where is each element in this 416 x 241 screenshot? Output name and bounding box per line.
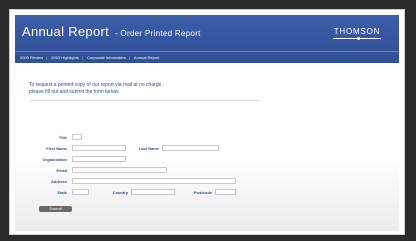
country-field[interactable]	[131, 189, 175, 195]
intro-line-1: To request a printed copy of our report …	[29, 82, 163, 88]
submit-button[interactable]: Submit	[39, 206, 72, 212]
logo-text: THOMSON	[333, 27, 381, 36]
organization-label: Organization	[42, 157, 67, 162]
title-main: Annual Report	[22, 24, 110, 39]
logo-line-icon	[333, 37, 381, 40]
thomson-logo[interactable]: THOMSON	[333, 27, 381, 40]
nav-separator: |	[81, 55, 83, 60]
title-field[interactable]	[72, 134, 82, 140]
nav-item-2003-review[interactable]: 2003 Review	[20, 55, 43, 60]
first-name-label: First Name	[46, 146, 67, 151]
first-name-field[interactable]	[72, 145, 126, 151]
email-field[interactable]	[72, 167, 167, 173]
state-label: State	[57, 190, 67, 195]
header-banner: Annual Report - Order Printed Report THO…	[15, 15, 399, 63]
title-subtitle: - Order Printed Report	[114, 29, 201, 38]
top-nav: 2003 Review | 2003 Highlights | Corporate …	[15, 51, 399, 63]
country-label: Country	[112, 190, 128, 195]
last-name-label: Last Name	[138, 146, 159, 151]
postcode-label: Postcode	[193, 190, 212, 195]
nav-item-annual-report[interactable]: Annual Report	[134, 55, 160, 60]
nav-separator: |	[46, 55, 48, 60]
state-field[interactable]	[72, 189, 89, 195]
title-label: Title	[58, 135, 67, 140]
organization-field[interactable]	[72, 156, 126, 162]
intro-line-2: please fill out and submit the form belo…	[29, 89, 120, 95]
order-form-area: To request a printed copy of our report …	[15, 63, 399, 231]
postcode-field[interactable]	[215, 189, 236, 195]
page-title: Annual Report - Order Printed Report	[22, 24, 201, 39]
email-label: Email	[56, 168, 67, 173]
address-label: Address	[50, 179, 67, 184]
nav-separator: |	[128, 55, 131, 60]
form-intro: To request a printed copy of our report …	[29, 82, 229, 96]
nav-item-2003-highlights[interactable]: 2003 Highlights	[51, 55, 79, 60]
nav-item-corporate-information[interactable]: Corporate Information	[87, 55, 126, 60]
last-name-field[interactable]	[162, 145, 219, 151]
divider	[29, 100, 261, 101]
address-field[interactable]	[72, 178, 236, 184]
page-frame: Annual Report - Order Printed Report THO…	[9, 9, 405, 235]
